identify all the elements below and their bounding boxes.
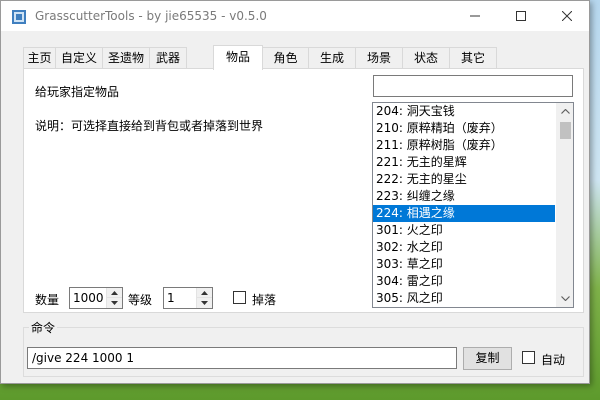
level-value[interactable]: 1: [167, 291, 175, 305]
list-item[interactable]: 204: 洞天宝钱: [373, 103, 555, 120]
item-filter-input[interactable]: [373, 75, 573, 97]
spin-down-icon[interactable]: [197, 298, 212, 308]
spin-up-icon[interactable]: [197, 288, 212, 298]
list-item[interactable]: 303: 草之印: [373, 256, 555, 273]
drop-checkbox[interactable]: [233, 291, 246, 304]
item-listbox[interactable]: 204: 洞天宝钱 210: 原粹精珀（废弃） 211: 原粹树脂（废弃） 22…: [372, 102, 574, 308]
command-input[interactable]: /give 224 1000 1: [27, 347, 457, 369]
tab-items[interactable]: 物品: [213, 45, 263, 70]
list-item-selected[interactable]: 224: 相遇之缘: [373, 205, 555, 222]
tab-scenes[interactable]: 场景: [355, 47, 403, 69]
items-heading: 给玩家指定物品: [35, 85, 120, 99]
title-bar[interactable]: GrasscutterTools - by jie65535 - v0.5.0: [1, 1, 589, 32]
spin-down-icon[interactable]: [107, 298, 122, 308]
maximize-button[interactable]: [498, 1, 544, 31]
list-item[interactable]: 222: 无主的星尘: [373, 171, 555, 188]
spin-up-icon[interactable]: [107, 288, 122, 298]
list-item[interactable]: 211: 原粹树脂（废弃）: [373, 137, 555, 154]
items-description: 说明：可选择直接给到背包或者掉落到世界: [35, 119, 264, 133]
tab-artifacts[interactable]: 圣遗物: [102, 47, 150, 69]
tab-custom[interactable]: 自定义: [55, 47, 103, 69]
scroll-up-arrow-icon[interactable]: [557, 103, 573, 120]
tab-weapons[interactable]: 武器: [149, 47, 187, 69]
minimize-icon: [470, 15, 480, 17]
copy-button[interactable]: 复制: [463, 347, 512, 370]
list-item[interactable]: 301: 火之印: [373, 222, 555, 239]
amount-label: 数量: [35, 293, 60, 307]
list-scrollbar[interactable]: [556, 103, 573, 307]
list-item[interactable]: 210: 原粹精珀（废弃）: [373, 120, 555, 137]
scroll-thumb[interactable]: [560, 122, 571, 139]
auto-label: 自动: [541, 353, 566, 367]
auto-checkbox[interactable]: [522, 351, 535, 364]
app-icon: [11, 9, 27, 25]
level-stepper[interactable]: 1: [163, 287, 213, 309]
maximize-icon: [516, 11, 526, 21]
level-label: 等级: [128, 293, 153, 307]
tab-spawn[interactable]: 生成: [308, 47, 356, 69]
list-item[interactable]: 304: 雷之印: [373, 273, 555, 290]
list-item[interactable]: 221: 无主的星辉: [373, 154, 555, 171]
amount-value[interactable]: 1000: [73, 291, 104, 305]
command-group-title: 命令: [29, 319, 58, 336]
tab-strip: 主页 自定义 圣遗物 武器 物品 角色 生成 场景 状态 其它: [23, 45, 583, 70]
tab-status[interactable]: 状态: [402, 47, 450, 69]
tab-other[interactable]: 其它: [449, 47, 497, 69]
tab-home[interactable]: 主页: [23, 47, 56, 69]
minimize-button[interactable]: [452, 1, 498, 31]
drop-label: 掉落: [252, 293, 277, 307]
list-item[interactable]: 223: 纠缠之缘: [373, 188, 555, 205]
close-button[interactable]: [544, 1, 590, 31]
items-panel: 给玩家指定物品 说明：可选择直接给到背包或者掉落到世界 204: 洞天宝钱 21…: [23, 68, 584, 313]
close-icon: [562, 11, 572, 21]
list-item[interactable]: 305: 风之印: [373, 290, 555, 307]
window-title: GrasscutterTools - by jie65535 - v0.5.0: [35, 9, 267, 23]
amount-stepper[interactable]: 1000: [69, 287, 123, 309]
main-window: GrasscutterTools - by jie65535 - v0.5.0 …: [0, 0, 590, 384]
list-item[interactable]: 302: 水之印: [373, 239, 555, 256]
scroll-down-arrow-icon[interactable]: [557, 290, 573, 307]
tab-characters[interactable]: 角色: [262, 47, 309, 69]
